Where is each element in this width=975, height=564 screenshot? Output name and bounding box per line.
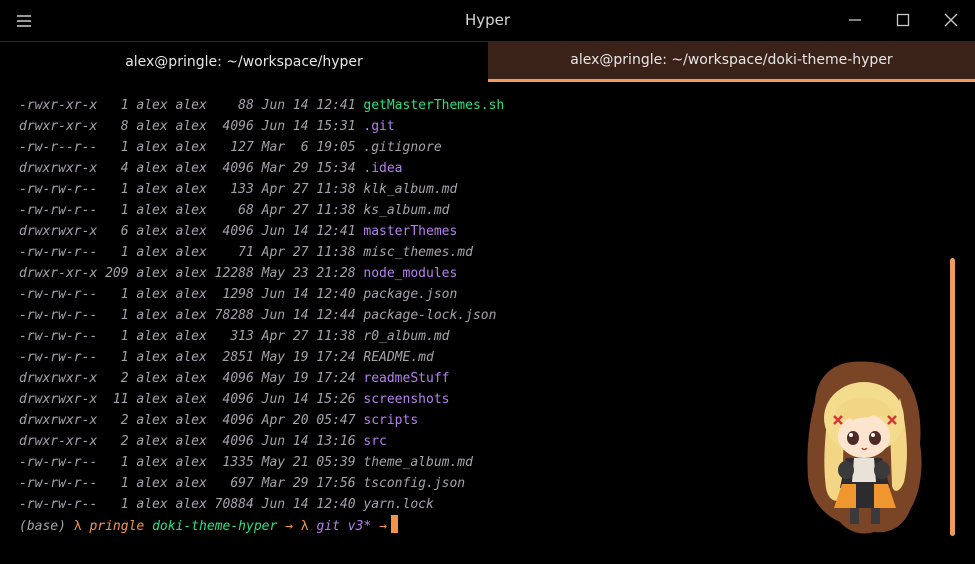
listing-filename: .git: [363, 119, 395, 134]
listing-filename: scripts: [363, 413, 419, 428]
listing-filename: package-lock.json: [363, 308, 497, 323]
listing-row: drwxr-xr-x 209 alex alex 12288 May 23 21…: [19, 263, 504, 284]
listing-info: -rw-rw-r-- 1 alex alex 78288 Jun 14 12:4…: [19, 308, 364, 323]
prompt-arrow: →: [285, 519, 293, 534]
listing-row: -rw-rw-r-- 1 alex alex 70884 Jun 14 12:4…: [19, 494, 504, 515]
tab-doki-theme-hyper[interactable]: alex@pringle: ~/workspace/doki-theme-hyp…: [488, 41, 975, 82]
listing-filename: yarn.lock: [363, 497, 434, 512]
listing-filename: misc_themes.md: [363, 245, 473, 260]
terminal-cursor: [390, 515, 398, 533]
prompt-arrow: →: [379, 519, 387, 534]
listing-row: -rw-rw-r-- 1 alex alex 313 Apr 27 11:38 …: [19, 326, 504, 347]
listing-info: -rwxr-xr-x 1 alex alex 88 Jun 14 12:41: [19, 98, 364, 113]
window-title: Hyper: [464, 11, 511, 29]
listing-filename: screenshots: [363, 392, 450, 407]
listing-info: -rw-rw-r-- 1 alex alex 133 Apr 27 11:38: [19, 182, 364, 197]
scrollbar[interactable]: [950, 258, 955, 536]
listing-info: drwxrwxr-x 2 alex alex 4096 May 19 17:24: [19, 371, 364, 386]
listing-row: drwxrwxr-x 2 alex alex 4096 Apr 20 05:47…: [19, 410, 504, 431]
listing-row: -rw-rw-r-- 1 alex alex 697 Mar 29 17:56 …: [19, 473, 504, 494]
prompt-lambda: λ: [73, 519, 82, 534]
maximize-icon[interactable]: [893, 10, 913, 30]
listing-filename: .gitignore: [363, 140, 442, 155]
listing-info: -rw-rw-r-- 1 alex alex 68 Apr 27 11:38: [19, 203, 364, 218]
listing-info: -rw-rw-r-- 1 alex alex 1335 May 21 05:39: [19, 455, 364, 470]
listing-info: drwxr-xr-x 209 alex alex 12288 May 23 21…: [19, 266, 364, 281]
tab-bar: alex@pringle: ~/workspace/hyper alex@pri…: [0, 41, 975, 82]
listing-info: -rw-rw-r-- 1 alex alex 313 Apr 27 11:38: [19, 329, 364, 344]
listing-filename: theme_album.md: [363, 455, 473, 470]
listing-info: drwxrwxr-x 2 alex alex 4096 Apr 20 05:47: [19, 413, 364, 428]
anime-character-sticker: [807, 361, 922, 534]
listing-filename: README.md: [363, 350, 434, 365]
listing-filename: masterThemes: [363, 224, 458, 239]
listing-row: drwxrwxr-x 4 alex alex 4096 Mar 29 15:34…: [19, 158, 504, 179]
listing-filename: src: [363, 434, 387, 449]
prompt-dir: doki-theme-hyper: [152, 519, 278, 534]
listing-info: drwxrwxr-x 6 alex alex 4096 Jun 14 12:41: [19, 224, 364, 239]
listing-filename: package.json: [363, 287, 458, 302]
listing-filename: klk_album.md: [363, 182, 458, 197]
minimize-icon[interactable]: [845, 10, 865, 30]
listing-row: -rw-rw-r-- 1 alex alex 1335 May 21 05:39…: [19, 452, 504, 473]
listing-info: -rw-rw-r-- 1 alex alex 70884 Jun 14 12:4…: [19, 497, 364, 512]
listing-filename: .idea: [363, 161, 403, 176]
listing-row: drwxr-xr-x 2 alex alex 4096 Jun 14 13:16…: [19, 431, 504, 452]
prompt-line[interactable]: (base) λ pringle doki-theme-hyper → λ gi…: [19, 515, 504, 536]
listing-filename: readmeStuff: [363, 371, 450, 386]
listing-row: -rw-rw-r-- 1 alex alex 78288 Jun 14 12:4…: [19, 305, 504, 326]
listing-filename: tsconfig.json: [363, 476, 466, 491]
listing-row: drwxrwxr-x 11 alex alex 4096 Jun 14 15:2…: [19, 389, 504, 410]
listing-info: -rw-rw-r-- 1 alex alex 71 Apr 27 11:38: [19, 245, 364, 260]
listing-row: -rwxr-xr-x 1 alex alex 88 Jun 14 12:41 g…: [19, 95, 504, 116]
listing-filename: r0_album.md: [363, 329, 450, 344]
terminal-output[interactable]: -rwxr-xr-x 1 alex alex 88 Jun 14 12:41 g…: [19, 95, 504, 536]
listing-filename: node_modules: [363, 266, 458, 281]
listing-row: -rw-rw-r-- 1 alex alex 71 Apr 27 11:38 m…: [19, 242, 504, 263]
listing-row: -rw-rw-r-- 1 alex alex 133 Apr 27 11:38 …: [19, 179, 504, 200]
prompt-env: (base): [19, 519, 66, 534]
prompt-lambda: λ: [300, 519, 309, 534]
title-bar: Hyper: [0, 0, 975, 41]
listing-row: drwxrwxr-x 2 alex alex 4096 May 19 17:24…: [19, 368, 504, 389]
close-icon[interactable]: [941, 10, 961, 30]
prompt-git: git v3*: [316, 519, 372, 534]
listing-row: -rw-r--r-- 1 alex alex 127 Mar 6 19:05 .…: [19, 137, 504, 158]
listing-info: -rw-r--r-- 1 alex alex 127 Mar 6 19:05: [19, 140, 364, 155]
listing-row: -rw-rw-r-- 1 alex alex 68 Apr 27 11:38 k…: [19, 200, 504, 221]
listing-info: drwxrwxr-x 11 alex alex 4096 Jun 14 15:2…: [19, 392, 364, 407]
prompt-host: pringle: [89, 519, 145, 534]
listing-info: drwxrwxr-x 4 alex alex 4096 Mar 29 15:34: [19, 161, 364, 176]
listing-filename: getMasterThemes.sh: [363, 98, 505, 113]
listing-row: drwxrwxr-x 6 alex alex 4096 Jun 14 12:41…: [19, 221, 504, 242]
listing-info: -rw-rw-r-- 1 alex alex 697 Mar 29 17:56: [19, 476, 364, 491]
listing-filename: ks_album.md: [363, 203, 450, 218]
tab-hyper[interactable]: alex@pringle: ~/workspace/hyper: [0, 41, 488, 82]
listing-info: -rw-rw-r-- 1 alex alex 2851 May 19 17:24: [19, 350, 364, 365]
listing-row: drwxr-xr-x 8 alex alex 4096 Jun 14 15:31…: [19, 116, 504, 137]
listing-info: -rw-rw-r-- 1 alex alex 1298 Jun 14 12:40: [19, 287, 364, 302]
listing-row: -rw-rw-r-- 1 alex alex 1298 Jun 14 12:40…: [19, 284, 504, 305]
listing-row: -rw-rw-r-- 1 alex alex 2851 May 19 17:24…: [19, 347, 504, 368]
listing-info: drwxr-xr-x 8 alex alex 4096 Jun 14 15:31: [19, 119, 364, 134]
listing-info: drwxr-xr-x 2 alex alex 4096 Jun 14 13:16: [19, 434, 364, 449]
